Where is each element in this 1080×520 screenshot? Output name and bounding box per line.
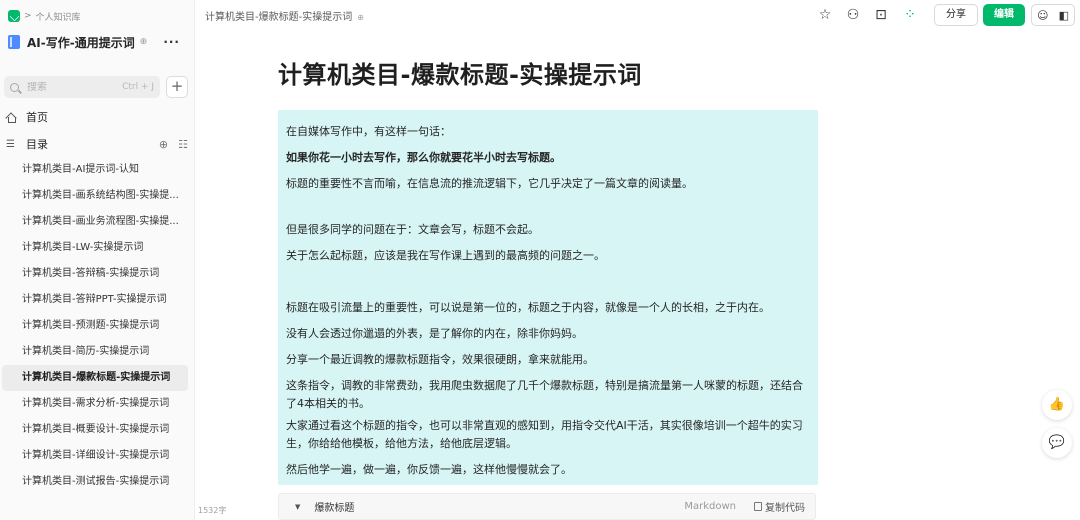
toc-icon: ☰ xyxy=(6,138,15,150)
search-icon xyxy=(10,82,19,92)
doc-list-item[interactable]: 计算机类目-爆款标题-实操提示词 xyxy=(2,365,188,391)
share-button[interactable]: 分享 xyxy=(934,4,978,26)
paragraph: 在自媒体写作中，有这样一句话： xyxy=(286,125,451,138)
paragraph: 大家通过看这个标题的指令，也可以非常直观的感知到，用指令交代AI干活，其实很像培… xyxy=(286,419,803,450)
copy-icon xyxy=(754,502,762,511)
doc-list-item[interactable]: 计算机类目-简历-实操提示词 xyxy=(0,339,188,365)
highlight-block: 在自媒体写作中，有这样一句话： 如果你花一小时去写作，那么你就要花半小时去写标题… xyxy=(278,110,818,485)
paragraph: 如果你花一小时去写作，那么你就要花半小时去写标题。 xyxy=(286,151,561,164)
public-share-icon: ⊕ xyxy=(357,13,364,22)
doc-list: 计算机类目-AI提示词-认知 计算机类目-画系统结构图-实操提... 计算机类目-画… xyxy=(0,157,195,495)
topbar-doc-title-text: 计算机类目-爆款标题-实操提示词 xyxy=(205,12,353,23)
doc-list-item[interactable]: 计算机类目-画系统结构图-实操提... xyxy=(0,183,188,209)
like-icon[interactable]: 👍 xyxy=(1042,390,1072,420)
doc-list-item[interactable]: 计算机类目-答辩稿-实操提示词 xyxy=(0,261,188,287)
more-options-button[interactable]: ··· xyxy=(163,35,180,49)
breadcrumb-separator: > xyxy=(24,11,32,21)
paragraph: 分享一个最近调教的爆款标题指令，效果很硬朗，拿来就能用。 xyxy=(286,353,594,366)
sidebar-toggle-icon[interactable]: ◧ xyxy=(1059,9,1069,22)
breadcrumb-label[interactable]: 个人知识库 xyxy=(36,10,81,23)
collapse-list-icon[interactable]: ☷ xyxy=(178,138,188,151)
edit-button[interactable]: 编辑 xyxy=(983,4,1025,26)
locate-icon[interactable]: ⊕ xyxy=(159,138,168,151)
public-share-icon: ⊕ xyxy=(139,37,148,47)
doc-list-item[interactable]: 计算机类目-AI提示词-认知 xyxy=(0,157,188,183)
doc-list-item[interactable]: 计算机类目-详细设计-实操提示词 xyxy=(0,443,188,469)
paragraph: 标题在吸引流量上的重要性，可以说是第一位的，标题之于内容，就像是一个人的长相，之… xyxy=(286,301,770,314)
doc-list-item[interactable]: 计算机类目-答辩PPT-实操提示词 xyxy=(0,287,188,313)
nav-toc-label: 目录 xyxy=(26,138,48,151)
paragraph: 然后他学一遍，做一遍，你反馈一遍，这样他慢慢就会了。 xyxy=(286,463,572,476)
nav-home[interactable]: 首页 xyxy=(6,107,48,127)
code-block-title: 爆款标题 xyxy=(314,503,355,514)
copy-code-label: 复制代码 xyxy=(765,503,805,514)
panel-toggle-group: ☺ ◧ xyxy=(1031,4,1075,26)
comment-icon[interactable]: ☺ xyxy=(1037,9,1048,22)
code-language[interactable]: Markdown xyxy=(684,501,736,512)
paragraph: 标题的重要性不言而喻，在信息流的推流逻辑下，它几乎决定了一篇文章的阅读量。 xyxy=(286,177,693,190)
knowledge-base-title[interactable]: AI-写作-通用提示词 xyxy=(27,34,135,51)
star-icon[interactable]: ☆ xyxy=(816,6,834,24)
nav-home-label: 首页 xyxy=(26,111,48,124)
doc-list-item[interactable]: 计算机类目-概要设计-实操提示词 xyxy=(0,417,188,443)
copy-code-button[interactable]: 复制代码 xyxy=(754,499,805,514)
present-icon[interactable]: ⊡ xyxy=(872,6,890,24)
word-count: 1532字 xyxy=(198,506,227,515)
paragraph: 但是很多同学的问题在于：文章会写，标题不会起。 xyxy=(286,223,539,236)
knowledge-base-header[interactable]: AI-写作-通用提示词 ⊕ ··· xyxy=(8,32,188,52)
search-box[interactable]: Ctrl + J xyxy=(4,76,160,98)
paragraph: 关于怎么起标题，应该是我在写作课上遇到的最高频的问题之一。 xyxy=(286,249,605,262)
add-collaborator-icon[interactable]: ⚇ xyxy=(844,6,862,24)
yuque-logo-icon xyxy=(8,10,20,22)
apps-grid-icon[interactable]: ⁘ xyxy=(901,6,919,24)
paragraph: 没有人会透过你邋遢的外表，是了解你的内在，除非你妈妈。 xyxy=(286,327,583,340)
comment-float-icon[interactable]: 💬 xyxy=(1042,428,1072,458)
home-icon xyxy=(6,112,17,123)
breadcrumb[interactable]: > 个人知识库 xyxy=(8,8,81,24)
doc-list-item[interactable]: 计算机类目-需求分析-实操提示词 xyxy=(0,391,188,417)
doc-list-item[interactable]: 计算机类目-画业务流程图-实操提... xyxy=(0,209,188,235)
page-title: 计算机类目-爆款标题-实操提示词 xyxy=(278,61,642,89)
code-block-header: ▼ 爆款标题 Markdown 复制代码 xyxy=(278,493,816,520)
topbar-doc-title: 计算机类目-爆款标题-实操提示词 ⊕ xyxy=(205,8,364,23)
book-icon xyxy=(8,35,20,49)
topbar: 计算机类目-爆款标题-实操提示词 ⊕ ☆ ⚇ ⊡ ⁘ 分享 编辑 ☺ ◧ xyxy=(195,0,1080,30)
collapse-caret-icon[interactable]: ▼ xyxy=(295,503,300,511)
paragraph: 这条指令，调教的非常费劲，我用爬虫数据爬了几千个爆款标题，特别是搞流量第一人咪蒙… xyxy=(286,379,803,410)
doc-list-item[interactable]: 计算机类目-测试报告-实操提示词 xyxy=(0,469,188,495)
sidebar: > 个人知识库 AI-写作-通用提示词 ⊕ ··· Ctrl + J + 首页 … xyxy=(0,0,195,520)
doc-list-item[interactable]: 计算机类目-LW-实操提示词 xyxy=(0,235,188,261)
nav-toc[interactable]: ☰ 目录 ⊕ ☷ xyxy=(6,134,188,154)
add-button[interactable]: + xyxy=(166,76,188,98)
doc-list-item[interactable]: 计算机类目-预测题-实操提示词 xyxy=(0,313,188,339)
search-input[interactable] xyxy=(27,81,107,93)
search-shortcut: Ctrl + J xyxy=(122,82,154,92)
